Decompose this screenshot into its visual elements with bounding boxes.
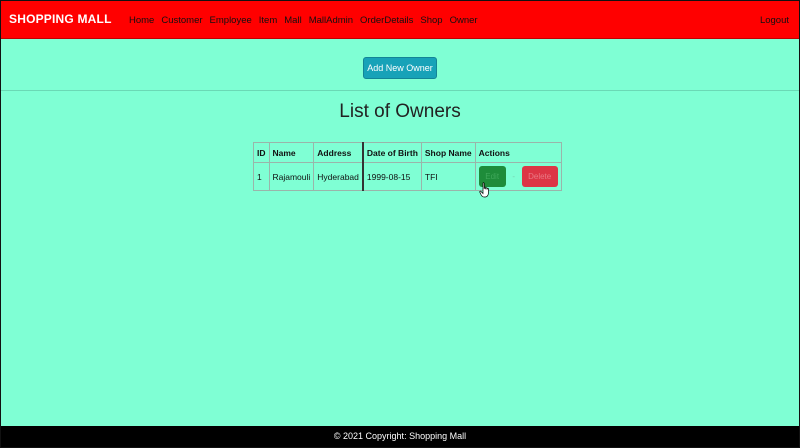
nav-link-mall[interactable]: Mall (284, 15, 301, 26)
page-title: List of Owners (339, 101, 461, 122)
nav-link-owner[interactable]: Owner (450, 15, 478, 26)
nav-link-customer[interactable]: Customer (161, 15, 202, 26)
cell-dob: 1999-08-15 (361, 162, 422, 191)
header-dob: Date of Birth (361, 142, 422, 163)
delete-button[interactable]: Delete (521, 166, 558, 187)
owners-table: ID Name Address Date of Birth Shop Name … (253, 142, 562, 191)
app-window: SHOPPING MALL Home Customer Employee Ite… (1, 1, 799, 447)
cell-shop-name: TFI (420, 162, 476, 191)
cell-name: Rajamouli (268, 162, 315, 191)
hand-pointer-icon (479, 182, 489, 198)
header-actions: Actions (474, 142, 562, 163)
logout-link[interactable]: Logout (760, 15, 789, 26)
nav-links: Home Customer Employee Item Mall MallAdm… (129, 15, 485, 26)
add-new-owner-button[interactable]: Add New Owner (363, 57, 437, 79)
navbar: SHOPPING MALL Home Customer Employee Ite… (1, 1, 799, 39)
header-address: Address (313, 142, 364, 163)
nav-link-orderdetails[interactable]: OrderDetails (360, 15, 413, 26)
nav-link-home[interactable]: Home (129, 15, 154, 26)
cell-id: 1 (253, 162, 270, 191)
table-header-row: ID Name Address Date of Birth Shop Name … (253, 142, 562, 163)
table-row: 1 Rajamouli Hyderabad 1999-08-15 TFI Edi… (253, 162, 562, 191)
nav-link-malladmin[interactable]: MallAdmin (309, 15, 353, 26)
header-id: ID (253, 142, 270, 163)
nav-link-item[interactable]: Item (259, 15, 277, 26)
nav-link-shop[interactable]: Shop (420, 15, 442, 26)
brand-link[interactable]: SHOPPING MALL (9, 12, 112, 26)
header-shop-name: Shop Name (420, 142, 476, 163)
cell-address: Hyderabad (313, 162, 364, 191)
nav-link-employee[interactable]: Employee (210, 15, 252, 26)
header-name: Name (268, 142, 315, 163)
divider (1, 90, 799, 91)
footer: © 2021 Copyright: Shopping Mall (1, 426, 799, 447)
button-separator: - (512, 172, 515, 181)
